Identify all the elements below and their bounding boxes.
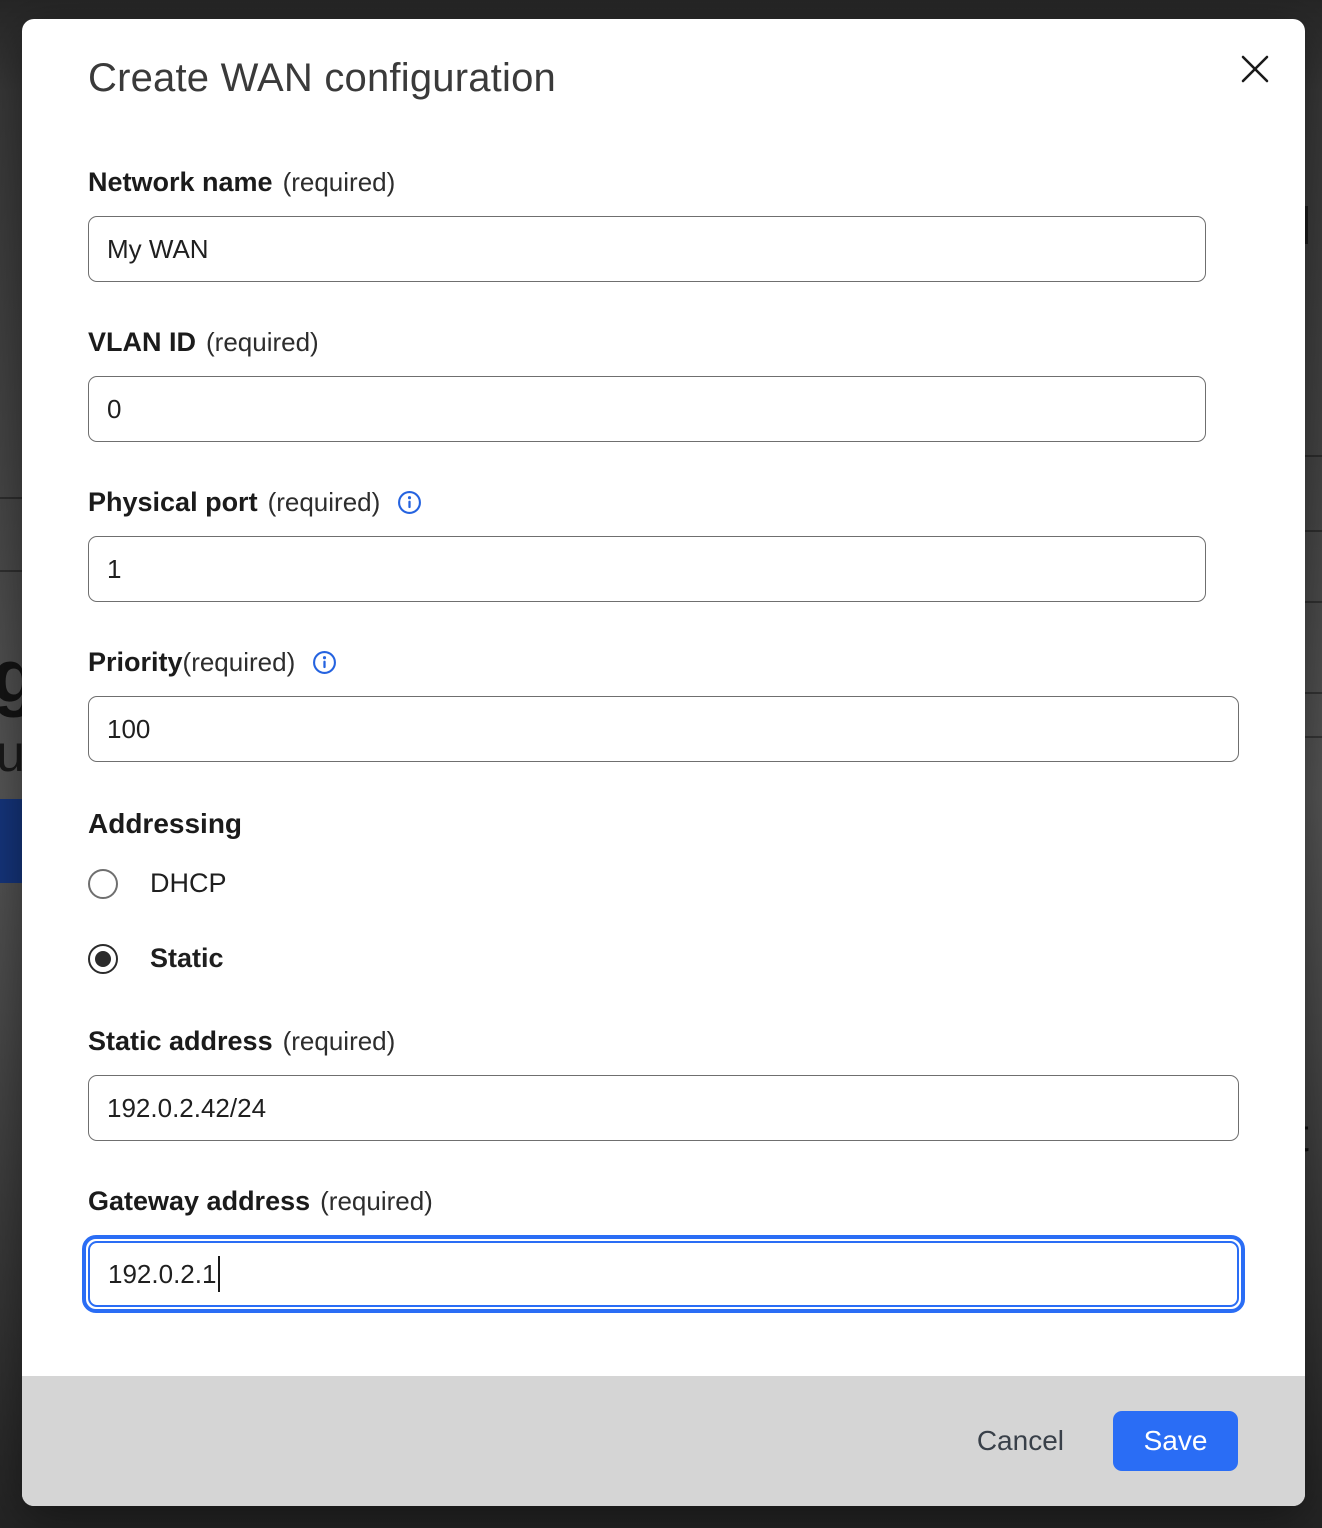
info-icon <box>312 650 337 675</box>
backdrop-row-divider <box>0 570 22 572</box>
save-button[interactable]: Save <box>1113 1411 1238 1471</box>
text-cursor <box>218 1256 220 1292</box>
close-icon <box>1237 51 1273 87</box>
gateway-address-value: 192.0.2.1 <box>108 1259 216 1290</box>
dialog-body: Create WAN configuration Network name (r… <box>22 19 1305 1376</box>
close-button[interactable] <box>1233 47 1277 91</box>
priority-info-button[interactable] <box>312 650 337 675</box>
physical-port-input[interactable] <box>88 536 1206 602</box>
gateway-address-focus-ring: 192.0.2.1 <box>82 1235 1245 1313</box>
cancel-button[interactable]: Cancel <box>977 1425 1064 1457</box>
gateway-address-input[interactable]: 192.0.2.1 <box>88 1241 1239 1307</box>
backdrop-row-divider <box>1305 455 1322 457</box>
radio-button-static-selected[interactable] <box>88 944 118 974</box>
gateway-address-label: Gateway address (required) <box>88 1184 1261 1218</box>
radio-button-dhcp[interactable] <box>88 869 118 899</box>
priority-label: Priority (required) <box>88 645 1261 679</box>
physical-port-label: Physical port (required) <box>88 485 1261 519</box>
dialog-title: Create WAN configuration <box>88 56 1261 101</box>
backdrop-row-divider <box>1305 692 1322 694</box>
backdrop-row-divider <box>0 497 22 499</box>
backdrop-row-divider <box>1305 530 1322 532</box>
create-wan-configuration-dialog: Create WAN configuration Network name (r… <box>22 19 1305 1506</box>
vlan-id-input[interactable] <box>88 376 1206 442</box>
physical-port-info-button[interactable] <box>397 490 422 515</box>
addressing-option-dhcp[interactable]: DHCP <box>88 868 1261 899</box>
backdrop-row-divider <box>1305 736 1322 738</box>
dialog-footer: Cancel Save <box>22 1376 1305 1506</box>
info-icon <box>397 490 422 515</box>
static-address-input[interactable] <box>88 1075 1239 1141</box>
radio-label-static: Static <box>150 943 224 974</box>
vlan-id-label: VLAN ID (required) <box>88 325 1261 359</box>
priority-input[interactable] <box>88 696 1239 762</box>
network-name-label: Network name (required) <box>88 165 1261 199</box>
backdrop-row-divider <box>1305 601 1322 603</box>
static-address-label: Static address (required) <box>88 1024 1261 1058</box>
radio-label-dhcp: DHCP <box>150 868 227 899</box>
addressing-heading: Addressing <box>88 807 1261 841</box>
network-name-input[interactable] <box>88 216 1206 282</box>
addressing-option-static[interactable]: Static <box>88 943 1261 974</box>
